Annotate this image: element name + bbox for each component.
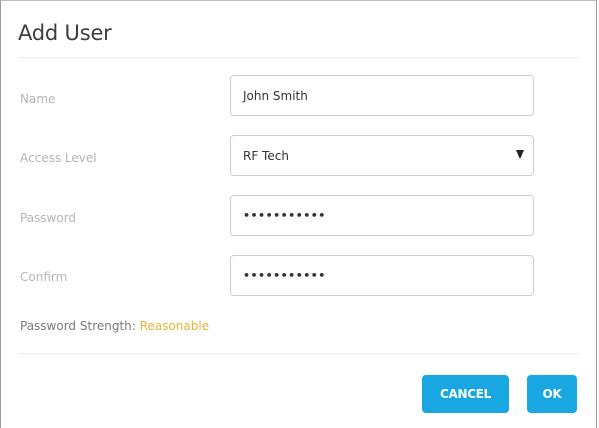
confirm-password-field[interactable]: ••••••••••• — [230, 255, 534, 296]
name-label: Name — [20, 92, 56, 106]
password-field[interactable]: ••••••••••• — [230, 195, 534, 236]
caret-down-icon — [516, 150, 524, 159]
password-value: ••••••••••• — [243, 209, 326, 222]
cancel-button[interactable]: CANCEL — [422, 375, 509, 413]
ok-button[interactable]: OK — [527, 375, 577, 413]
access-level-label: Access Level — [20, 151, 97, 165]
password-strength-value: Reasonable — [139, 319, 210, 333]
dialog-title: Add User — [18, 21, 112, 45]
password-strength: Password Strength: Reasonable — [20, 319, 209, 333]
title-divider — [18, 57, 581, 58]
access-level-value: RF Tech — [243, 148, 289, 163]
confirm-value: ••••••••••• — [243, 269, 326, 282]
confirm-label: Confirm — [20, 270, 68, 284]
name-value: John Smith — [243, 88, 308, 103]
access-level-select[interactable]: RF Tech — [230, 135, 534, 176]
name-field[interactable]: John Smith — [230, 75, 534, 116]
footer-divider — [18, 353, 581, 354]
add-user-dialog: Add User Name John Smith Access Level RF… — [0, 0, 597, 428]
password-label: Password — [20, 211, 77, 225]
password-strength-label: Password Strength: — [20, 319, 136, 333]
